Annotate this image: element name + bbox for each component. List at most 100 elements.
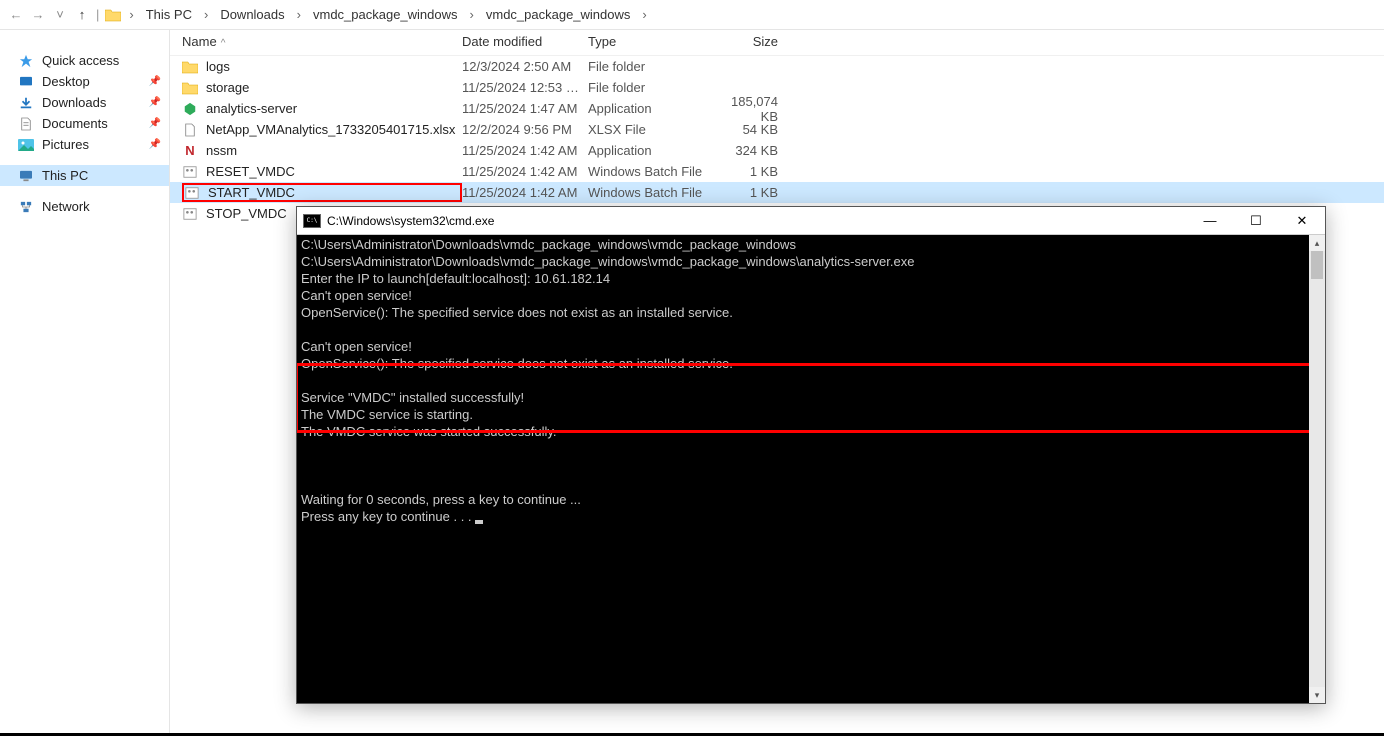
chevron-right-icon: › <box>295 7 303 22</box>
scroll-track[interactable] <box>1309 251 1325 687</box>
col-size[interactable]: Size <box>713 34 788 49</box>
sidebar-item-quick-access[interactable]: Quick access <box>0 50 169 71</box>
chevron-right-icon: › <box>468 7 476 22</box>
file-name: nssm <box>206 143 237 158</box>
sidebar-label: Pictures <box>42 137 89 152</box>
minimize-button[interactable]: — <box>1187 207 1233 235</box>
file-row[interactable]: analytics-server 11/25/2024 1:47 AMApplic… <box>170 98 1384 119</box>
pin-icon: 📌 <box>149 139 161 150</box>
breadcrumb-part[interactable]: Downloads <box>216 7 288 22</box>
col-name[interactable]: Name <box>182 34 217 49</box>
file-icon <box>182 81 198 95</box>
chevron-right-icon: › <box>640 7 648 22</box>
file-name: START_VMDC <box>208 185 295 200</box>
cursor <box>475 520 483 524</box>
file-icon <box>182 60 198 74</box>
file-name: storage <box>206 80 249 95</box>
close-button[interactable]: ✕ <box>1279 207 1325 235</box>
cmd-titlebar[interactable]: C:\Windows\system32\cmd.exe — ☐ ✕ <box>297 207 1325 235</box>
desktop-icon <box>18 75 34 89</box>
file-icon <box>182 102 198 116</box>
pin-icon: 📌 <box>149 76 161 87</box>
star-icon <box>18 54 34 68</box>
file-size: 54 KB <box>713 122 788 137</box>
file-list: logs 12/3/2024 2:50 AMFile folder storage 1… <box>170 56 1384 224</box>
sidebar-item-desktop[interactable]: Desktop 📌 <box>0 71 169 92</box>
file-name: RESET_VMDC <box>206 164 295 179</box>
file-icon: N <box>182 144 198 158</box>
file-name: STOP_VMDC <box>206 206 287 221</box>
pin-icon: 📌 <box>149 118 161 129</box>
file-size: 185,074 KB <box>713 94 788 124</box>
breadcrumb-part[interactable]: vmdc_package_windows <box>482 7 635 22</box>
file-type: File folder <box>588 59 713 74</box>
nav-toolbar: ← → ˅ ↑ | › This PC › Downloads › vmdc_p… <box>0 0 1384 30</box>
file-row[interactable]: RESET_VMDC 11/25/2024 1:42 AMWindows Batc… <box>170 161 1384 182</box>
sidebar: Quick access Desktop 📌 Downloads 📌 Docum… <box>0 30 170 733</box>
documents-icon <box>18 117 34 131</box>
file-size: 1 KB <box>713 164 788 179</box>
scroll-up-icon[interactable]: ▴ <box>1309 235 1325 251</box>
breadcrumb-root[interactable]: This PC <box>142 7 196 22</box>
sidebar-label: Desktop <box>42 74 90 89</box>
file-size: 324 KB <box>713 143 788 158</box>
column-headers[interactable]: Name ^ Date modified Type Size <box>170 30 1384 56</box>
scroll-down-icon[interactable]: ▾ <box>1309 687 1325 703</box>
sidebar-item-this-pc[interactable]: This PC <box>0 165 169 186</box>
file-type: Windows Batch File <box>588 185 713 200</box>
pin-icon: 📌 <box>149 97 161 108</box>
file-name: analytics-server <box>206 101 297 116</box>
network-icon <box>18 200 34 214</box>
sidebar-item-pictures[interactable]: Pictures 📌 <box>0 134 169 155</box>
file-type: Windows Batch File <box>588 164 713 179</box>
file-type: Application <box>588 101 713 116</box>
cmd-icon <box>303 214 321 228</box>
scroll-thumb[interactable] <box>1311 251 1323 279</box>
sidebar-label: Network <box>42 199 90 214</box>
pictures-icon <box>18 138 34 152</box>
downloads-icon <box>18 96 34 110</box>
file-row[interactable]: START_VMDC 11/25/2024 1:42 AMWindows Batc… <box>170 182 1384 203</box>
scrollbar[interactable]: ▴ ▾ <box>1309 235 1325 703</box>
back-button[interactable]: ← <box>8 7 24 22</box>
sidebar-item-documents[interactable]: Documents 📌 <box>0 113 169 134</box>
col-type[interactable]: Type <box>588 34 713 49</box>
file-row[interactable]: NetApp_VMAnalytics_1733205401715.xlsx 12/… <box>170 119 1384 140</box>
file-date: 11/25/2024 1:42 AM <box>462 164 588 179</box>
file-row[interactable]: Nnssm11/25/2024 1:42 AMApplication324 KB <box>170 140 1384 161</box>
cmd-output[interactable]: C:\Users\Administrator\Downloads\vmdc_pa… <box>297 235 1325 703</box>
file-date: 11/25/2024 1:42 AM <box>462 143 588 158</box>
file-icon <box>182 207 198 221</box>
recent-dropdown[interactable]: ˅ <box>52 7 68 22</box>
chevron-right-icon: › <box>127 7 135 22</box>
file-date: 11/25/2024 1:47 AM <box>462 101 588 116</box>
file-name: NetApp_VMAnalytics_1733205401715.xlsx <box>206 122 455 137</box>
separator: | <box>96 7 99 22</box>
breadcrumb-part[interactable]: vmdc_package_windows <box>309 7 462 22</box>
cmd-title: C:\Windows\system32\cmd.exe <box>327 214 1187 228</box>
file-type: XLSX File <box>588 122 713 137</box>
file-date: 12/3/2024 2:50 AM <box>462 59 588 74</box>
file-name: logs <box>206 59 230 74</box>
file-date: 11/25/2024 1:42 AM <box>462 185 588 200</box>
file-row[interactable]: logs 12/3/2024 2:50 AMFile folder <box>170 56 1384 77</box>
pc-icon <box>18 169 34 183</box>
cmd-window: C:\Windows\system32\cmd.exe — ☐ ✕ C:\Use… <box>296 206 1326 704</box>
folder-icon <box>105 8 121 22</box>
up-button[interactable]: ↑ <box>74 7 90 22</box>
forward-button[interactable]: → <box>30 7 46 22</box>
file-date: 11/25/2024 12:53 … <box>462 80 588 95</box>
sidebar-item-network[interactable]: Network <box>0 196 169 217</box>
sort-asc-icon: ^ <box>221 38 226 49</box>
file-size: 1 KB <box>713 185 788 200</box>
col-date[interactable]: Date modified <box>462 34 588 49</box>
sidebar-label: Quick access <box>42 53 119 68</box>
file-date: 12/2/2024 9:56 PM <box>462 122 588 137</box>
file-type: File folder <box>588 80 713 95</box>
sidebar-label: Downloads <box>42 95 106 110</box>
sidebar-item-downloads[interactable]: Downloads 📌 <box>0 92 169 113</box>
sidebar-label: Documents <box>42 116 108 131</box>
file-icon <box>184 186 200 200</box>
file-icon <box>182 123 198 137</box>
maximize-button[interactable]: ☐ <box>1233 207 1279 235</box>
